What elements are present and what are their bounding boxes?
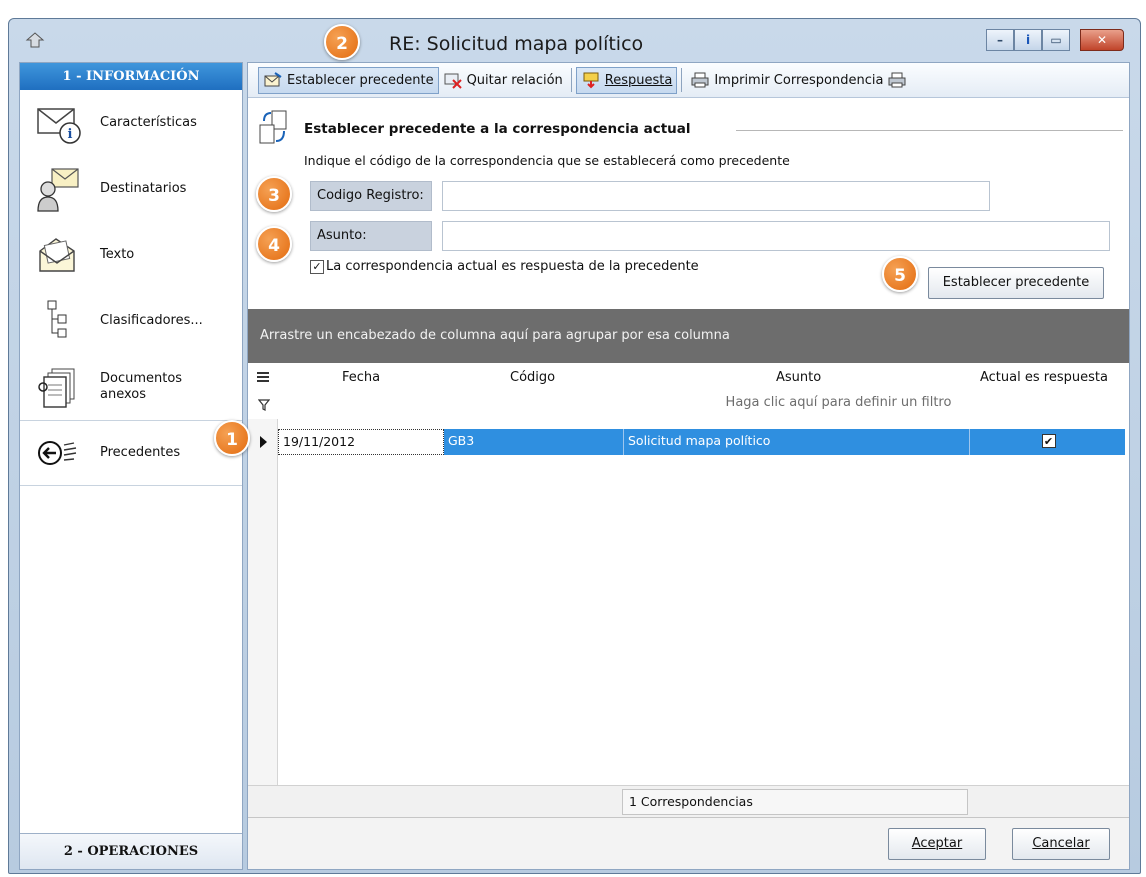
grid-footer: 1 Correspondencias (248, 785, 1129, 817)
sidebar-item-precedentes[interactable]: Precedentes (20, 420, 242, 486)
group-description: Indique el código de la correspondencia … (304, 153, 790, 168)
aceptar-button[interactable]: Aceptar (888, 828, 986, 860)
group-title: Establecer precedente a la correspondenc… (304, 121, 691, 137)
filter-hint: Haga clic aquí para definir un filtro (725, 395, 952, 410)
sidebar-item-texto[interactable]: Texto (20, 222, 242, 288)
asunto-label: Asunto: (310, 221, 432, 251)
respuesta-label: Respuesta (604, 72, 673, 88)
envelope-info-icon: i (37, 108, 81, 144)
recipients-icon (37, 168, 79, 212)
sidebar-item-label: Destinatarios (100, 181, 187, 196)
sidebar-item-label: Precedentes (100, 445, 181, 460)
minimize-button[interactable]: – (986, 29, 1014, 51)
toolbar-separator (681, 68, 683, 92)
precedent-arrow-icon (38, 441, 77, 465)
window-title: RE: Solicitud mapa político (389, 33, 644, 55)
sidebar-item-label: Texto (100, 247, 135, 262)
column-header-asunto[interactable]: Asunto (776, 370, 821, 385)
sidebar-item-label: Características (100, 115, 197, 130)
establecer-precedente-button[interactable]: Establecer precedente (928, 267, 1104, 299)
cancelar-button[interactable]: Cancelar (1012, 828, 1110, 860)
sidebar-item-destinatarios[interactable]: Destinatarios (20, 156, 242, 222)
column-header-fecha[interactable]: Fecha (342, 370, 380, 385)
main-panel: Establecer precedente Quitar relación Re… (247, 62, 1130, 870)
cancelar-label: Cancelar (1032, 836, 1090, 851)
printer-icon (888, 72, 906, 88)
establecer-precedente-tool-button[interactable]: Establecer precedente (258, 66, 439, 94)
sidebar-item-documentos-anexos[interactable]: Documentos anexos (20, 354, 242, 420)
cell-fecha[interactable]: 19/11/2012 (278, 429, 444, 455)
toolbar-separator (570, 68, 572, 92)
aceptar-label: Aceptar (911, 836, 963, 851)
reply-icon (583, 72, 599, 89)
filter-row[interactable]: Haga clic aquí para definir un filtro (248, 391, 1129, 419)
current-row-indicator-icon (260, 436, 267, 448)
dialog-button-bar: Aceptar Cancelar (248, 817, 1129, 869)
respuesta-checkbox[interactable]: ✓ (310, 259, 324, 274)
title-bar[interactable]: RE: Solicitud mapa político – i ▭ ✕ (9, 19, 1140, 65)
quitar-relacion-button[interactable]: Quitar relación (439, 67, 567, 94)
asunto-input[interactable] (442, 221, 1110, 251)
toolbar: Establecer precedente Quitar relación Re… (248, 63, 1129, 98)
cell-codigo[interactable]: GB3 (444, 429, 624, 455)
respuesta-checkbox-row[interactable]: ✓ La correspondencia actual es respuesta… (310, 259, 699, 274)
sidebar-section-informacion[interactable]: 1 - INFORMACIÓN (20, 63, 242, 90)
info-button[interactable]: i (1014, 29, 1042, 51)
sidebar: 1 - INFORMACIÓN i Características Destin… (19, 62, 243, 870)
documents-link-icon (259, 110, 287, 144)
codigo-registro-label: Codigo Registro: (310, 181, 432, 211)
restore-button[interactable]: ▭ (1042, 29, 1070, 51)
cell-asunto[interactable]: Solicitud mapa político (624, 429, 970, 455)
close-button[interactable]: ✕ (1080, 29, 1124, 51)
sidebar-item-label: Clasificadores... (100, 313, 203, 328)
callout-5: 5 (882, 256, 918, 292)
sidebar-section-operaciones[interactable]: 2 - OPERACIONES (20, 833, 242, 869)
imprimir-label: Imprimir Correspondencia (714, 72, 884, 88)
remove-relation-icon (444, 73, 462, 89)
app-logo-icon (25, 32, 45, 48)
window-controls: – i ▭ ✕ (986, 29, 1124, 51)
column-header-actual-es-respuesta[interactable]: Actual es respuesta (980, 370, 1108, 385)
record-count: 1 Correspondencias (622, 789, 968, 815)
tree-classifier-icon (47, 300, 67, 338)
group-by-area[interactable]: Arrastre un encabezado de columna aquí p… (248, 309, 1129, 363)
respuesta-checkbox-label: La correspondencia actual es respuesta d… (326, 259, 699, 274)
column-header-codigo[interactable]: Código (510, 370, 555, 385)
group-divider (736, 130, 1123, 131)
callout-2: 2 (324, 24, 360, 60)
imprimir-correspondencia-button[interactable]: Imprimir Correspondencia (686, 67, 911, 94)
grid-header: Fecha Código Asunto Actual es respuesta (248, 363, 1129, 391)
cell-actual-es-respuesta[interactable]: ✔ (970, 429, 1127, 455)
column-chooser-icon[interactable] (256, 371, 270, 383)
svg-text:i: i (68, 127, 73, 142)
row-indicator-column (248, 363, 278, 835)
establecer-precedente-label: Establecer precedente (287, 72, 434, 88)
letter-text-icon (39, 238, 75, 272)
sidebar-item-label: Documentos anexos (100, 371, 183, 402)
respuesta-button[interactable]: Respuesta (575, 66, 678, 94)
callout-4: 4 (256, 226, 292, 262)
callout-1: 1 (214, 420, 250, 456)
table-row[interactable]: 19/11/2012 GB3 Solicitud mapa político ✔ (278, 429, 1125, 455)
precedent-form-group: Establecer precedente a la correspondenc… (248, 107, 1129, 307)
codigo-registro-input[interactable] (442, 181, 990, 211)
respuesta-row-checkbox[interactable]: ✔ (1041, 434, 1056, 448)
sidebar-item-caracteristicas[interactable]: i Características (20, 90, 242, 156)
sidebar-item-clasificadores[interactable]: Clasificadores... (20, 288, 242, 354)
printer-icon (691, 72, 709, 88)
callout-3: 3 (256, 176, 292, 212)
set-precedent-icon (264, 72, 282, 87)
quitar-relacion-label: Quitar relación (466, 72, 563, 88)
attached-documents-icon (38, 368, 75, 408)
